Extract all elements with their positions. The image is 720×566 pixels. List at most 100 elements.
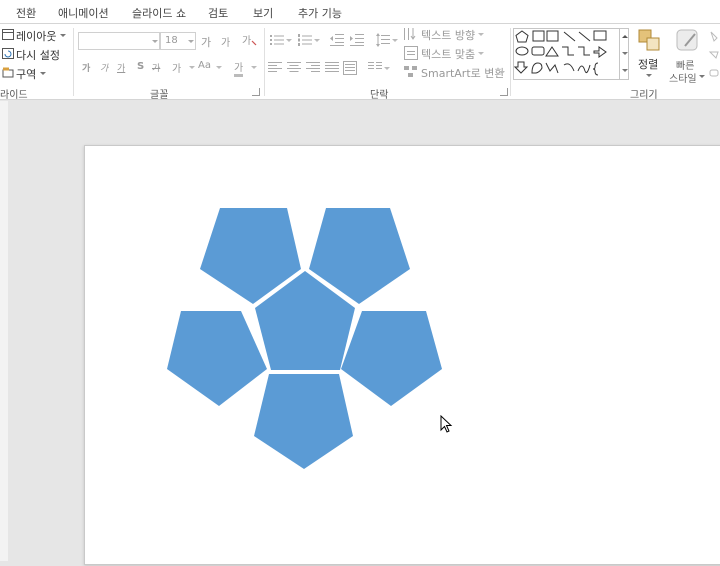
pentagon-bottom[interactable] [254,374,353,469]
tab-animations[interactable]: 애니메이션 [58,5,109,21]
font-color-button[interactable]: 가 [234,59,244,77]
text-direction-dropdown-icon[interactable] [478,33,484,36]
textbox-icon [532,30,545,42]
text-shadow-button[interactable]: S [137,61,144,72]
align-text-dropdown-icon[interactable] [478,52,484,55]
smartart-dropdown-icon[interactable] [499,71,505,74]
font-size-combo[interactable]: 18 [160,32,196,50]
line-spacing-icon[interactable] [376,33,390,47]
tab-transitions[interactable]: 전환 [16,5,36,21]
columns-dropdown-icon[interactable] [384,67,390,70]
shrink-font-button[interactable]: 가 [221,34,230,49]
slide-canvas[interactable] [84,145,720,565]
curve-icon [577,64,591,73]
columns-icon[interactable] [368,62,382,74]
arrow-icon [578,31,591,42]
pentagon-icon [515,30,529,43]
distributed-icon[interactable] [343,61,357,75]
grow-font-button[interactable]: 가 [201,34,211,50]
justify-icon[interactable] [325,62,339,74]
arrange-icon[interactable] [637,28,661,52]
tab-addins[interactable]: 추가 기능 [298,5,342,21]
layout-button[interactable]: 레이아웃 [16,28,56,44]
gallery-more-icon[interactable] [622,69,628,72]
shapes-gallery-grid [514,30,607,76]
strikethrough-button[interactable]: 가 [152,61,160,74]
pentagon-right[interactable] [341,311,442,406]
align-left-icon[interactable] [268,62,282,74]
tab-view[interactable]: 보기 [253,5,273,21]
change-case-dropdown-icon[interactable] [216,66,222,69]
text-direction-icon[interactable] [404,27,418,41]
line-icon [563,31,576,42]
smartart-icon[interactable] [404,66,418,78]
elbow-connector-icon [562,46,574,56]
section-icon [2,67,14,78]
underline-button[interactable]: 가 [117,61,125,74]
gallery-down-icon[interactable] [622,52,628,55]
paragraph-group-label: 단락 [370,90,389,100]
spacing-dropdown-icon[interactable] [189,66,195,69]
right-arrow-icon [593,46,607,58]
group-divider [510,28,511,96]
arc-icon [563,63,575,72]
textbox-vertical-icon [546,30,559,42]
pentagon-left[interactable] [167,311,267,406]
gallery-up-icon[interactable] [622,35,628,38]
numbering-dropdown-icon[interactable] [314,39,320,42]
align-text-button[interactable]: 텍스트 맞춤 [421,46,475,62]
smartart-button[interactable]: SmartArt로 변환 [421,65,505,81]
bullets-dropdown-icon[interactable] [286,39,292,42]
character-spacing-button[interactable]: 가 [172,60,181,75]
clear-formatting-icon[interactable]: 가 [242,33,258,47]
quick-styles-dropdown-icon[interactable] [699,75,705,78]
align-center-icon[interactable] [287,62,301,74]
drawing-group-label: 그리기 [630,90,658,100]
down-arrow-icon [514,61,529,74]
section-button[interactable]: 구역 [16,66,36,82]
arrange-dropdown-icon[interactable] [646,74,652,77]
align-text-icon[interactable] [404,46,418,60]
change-case-button[interactable]: Aa [198,60,211,71]
shapes-gallery[interactable] [513,28,629,80]
freeform-icon [531,62,543,74]
decrease-indent-icon[interactable] [330,34,344,46]
italic-button[interactable]: 가 [100,61,108,74]
font-name-combo[interactable] [78,32,160,50]
rectangle-icon [593,30,607,41]
bold-button[interactable]: 가 [82,61,90,74]
section-dropdown-icon[interactable] [40,72,46,75]
font-dialog-launcher[interactable] [252,88,260,96]
brace-icon [592,62,599,76]
rounded-rectangle-icon [531,46,545,56]
font-name-dropdown-icon[interactable] [152,40,158,43]
paragraph-dialog-launcher[interactable] [500,88,508,96]
line-spacing-dropdown-icon[interactable] [392,39,398,42]
scribble-icon [545,62,559,74]
tab-slideshow[interactable]: 슬라이드 쇼 [132,5,186,21]
svg-text:가: 가 [242,35,251,47]
thumbnail-pane-edge [0,101,8,561]
reset-button[interactable]: 다시 설정 [16,47,60,63]
tab-review[interactable]: 검토 [208,5,228,21]
ribbon-tab-bar: 전환 애니메이션 슬라이드 쇼 검토 보기 추가 기능 [0,0,720,24]
arrange-button[interactable]: 정렬 [638,56,658,72]
font-size-dropdown-icon[interactable] [188,40,194,43]
text-direction-button[interactable]: 텍스트 방향 [421,27,475,43]
font-color-dropdown-icon[interactable] [251,66,257,69]
shape-effects-icons[interactable] [708,30,720,82]
numbering-icon[interactable] [298,34,312,46]
quick-styles-label-line2[interactable]: 스타일 [669,70,697,85]
gallery-scroll[interactable] [619,29,629,79]
increase-indent-icon[interactable] [350,34,364,46]
group-divider [264,28,265,96]
mouse-cursor-icon [440,415,453,433]
font-size-value: 18 [165,35,178,46]
group-divider [73,28,74,96]
layout-dropdown-icon[interactable] [60,34,66,37]
slide-editing-area [0,101,720,565]
quick-styles-icon[interactable] [675,28,701,54]
elbow-arrow-icon [578,46,590,56]
bullets-icon[interactable] [270,34,284,46]
align-right-icon[interactable] [306,62,320,74]
